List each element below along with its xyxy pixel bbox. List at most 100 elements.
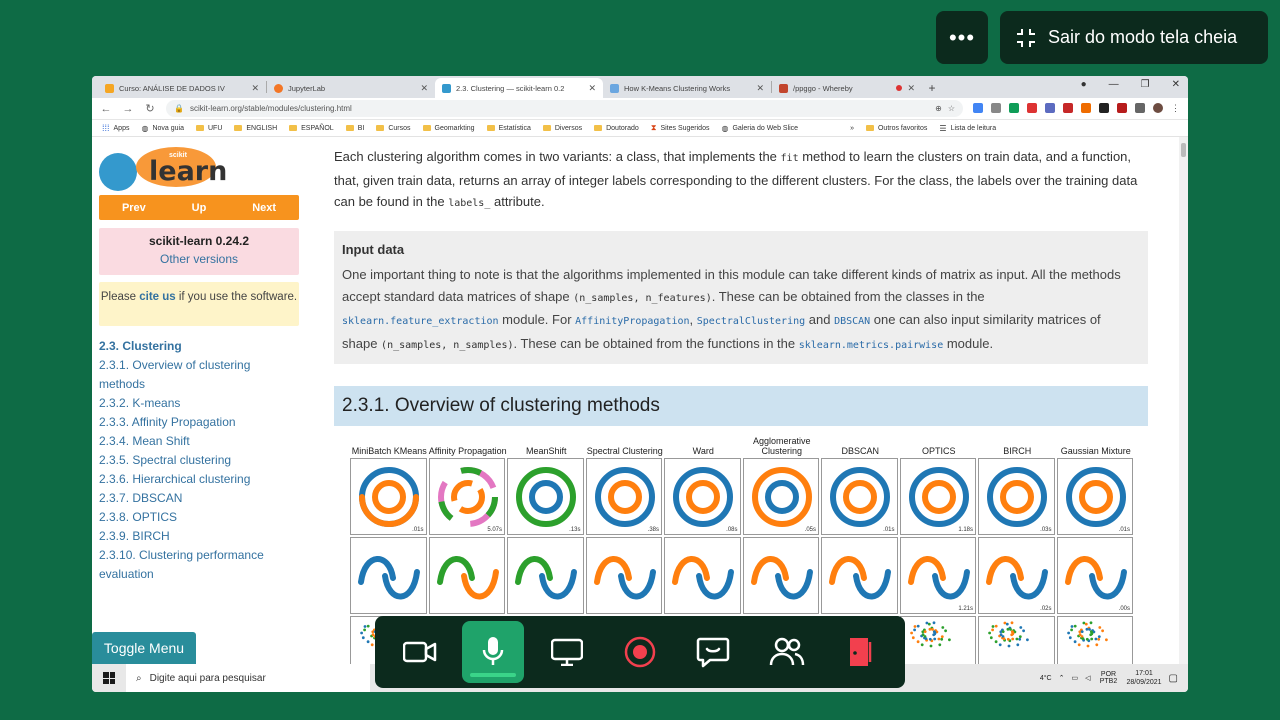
- api-link[interactable]: SpectralClustering: [697, 316, 805, 327]
- forward-icon[interactable]: →: [122, 103, 134, 115]
- reading-list-icon: ☰: [939, 123, 947, 133]
- network-icon[interactable]: ▭: [1071, 674, 1078, 682]
- start-button[interactable]: [92, 664, 126, 692]
- bookmark[interactable]: Geomarkting: [422, 125, 475, 132]
- bookmark[interactable]: ◍ Nova guia: [141, 124, 184, 133]
- minimize-icon[interactable]: —: [1109, 79, 1119, 90]
- zoom-icon[interactable]: ⊕: [935, 104, 942, 113]
- cite-us-link[interactable]: cite us: [139, 291, 175, 303]
- bookmark[interactable]: UFU: [196, 125, 222, 132]
- star-icon[interactable]: ☆: [948, 104, 955, 113]
- other-versions-link[interactable]: Other versions: [99, 252, 299, 266]
- extension-icon[interactable]: [1117, 103, 1127, 113]
- toc-item[interactable]: 2.3. Clustering: [99, 337, 299, 356]
- close-tab-icon[interactable]: ✕: [420, 83, 428, 94]
- extension-icon[interactable]: [1081, 103, 1091, 113]
- volume-icon[interactable]: ◁: [1085, 674, 1090, 682]
- chevron-icon[interactable]: »: [850, 125, 854, 132]
- tab-course[interactable]: Curso: ANÁLISE DE DADOS IV ✕: [98, 78, 266, 98]
- close-tab-icon[interactable]: ✕: [588, 83, 596, 94]
- toc-item[interactable]: 2.3.6. Hierarchical clustering: [99, 470, 299, 489]
- page-scrollbar[interactable]: [1179, 137, 1188, 664]
- tab-clustering[interactable]: 2.3. Clustering — scikit-learn 0.2 ✕: [435, 78, 603, 98]
- extension-icon[interactable]: [991, 103, 1001, 113]
- record-button[interactable]: [609, 621, 671, 683]
- new-tab-button[interactable]: +: [922, 78, 942, 98]
- method-header: Affinity Propagation: [428, 446, 507, 456]
- cluster-plot-blobs: [899, 616, 976, 664]
- url-field[interactable]: 🔒 scikit-learn.org/stable/modules/cluste…: [166, 100, 963, 117]
- bookmark[interactable]: BI: [345, 125, 364, 132]
- tab-whereby[interactable]: /ppggo - Whereby ✕: [772, 78, 922, 98]
- chat-button[interactable]: [682, 621, 744, 683]
- toc-item[interactable]: 2.3.2. K-means: [99, 394, 299, 413]
- bookmark[interactable]: ⧗ Sites Sugeridos: [651, 123, 710, 133]
- maximize-icon[interactable]: ❐: [1141, 79, 1150, 90]
- bookmark[interactable]: ◍ Galeria do Web Slice: [721, 124, 798, 133]
- next-button[interactable]: Next: [252, 202, 276, 214]
- bookmark[interactable]: ESPAÑOL: [289, 125, 334, 132]
- pdf-icon[interactable]: [1063, 103, 1073, 113]
- url-text: scikit-learn.org/stable/modules/clusteri…: [189, 104, 352, 113]
- chevron-up-icon[interactable]: ⌃: [1059, 674, 1065, 682]
- drive-icon[interactable]: [1009, 103, 1019, 113]
- screen-share-button[interactable]: [536, 621, 598, 683]
- cluster-plot-circles: .38s: [585, 458, 662, 535]
- bookmark[interactable]: ENGLISH: [234, 125, 277, 132]
- tab-kmeans[interactable]: How K-Means Clustering Works ✕: [603, 78, 771, 98]
- notifications-icon[interactable]: ▢: [1169, 673, 1178, 684]
- clock[interactable]: 17:01 28/09/2021: [1127, 669, 1162, 687]
- bookmark[interactable]: Outros favoritos: [865, 125, 927, 132]
- extension-icon[interactable]: [973, 103, 983, 113]
- tab-jupyter[interactable]: JupyterLab ✕: [267, 78, 435, 98]
- search-icon: ⌕: [136, 672, 142, 684]
- toc-item[interactable]: 2.3.10. Clustering performance evaluatio…: [99, 546, 299, 584]
- language-indicator[interactable]: POR PTB2: [1098, 671, 1120, 685]
- toc-item[interactable]: 2.3.8. OPTICS: [99, 508, 299, 527]
- leave-button[interactable]: [829, 621, 891, 683]
- close-tab-icon[interactable]: ✕: [251, 83, 259, 94]
- bookmark[interactable]: Cursos: [376, 125, 411, 132]
- reload-icon[interactable]: ↻: [144, 102, 156, 115]
- runtime-label: 1.18s: [958, 527, 973, 533]
- bookmark[interactable]: ☰ Lista de leitura: [939, 124, 996, 133]
- toc-item[interactable]: 2.3.4. Mean Shift: [99, 432, 299, 451]
- bookmark[interactable]: Estatística: [486, 125, 531, 132]
- cluster-plot-circles: .03s: [978, 458, 1055, 535]
- extension-icon[interactable]: [1045, 103, 1055, 113]
- close-tab-icon[interactable]: ✕: [907, 83, 915, 94]
- back-icon[interactable]: ←: [100, 103, 112, 115]
- camera-button[interactable]: [389, 621, 451, 683]
- toggle-menu-button[interactable]: Toggle Menu: [92, 632, 196, 664]
- toc-item[interactable]: 2.3.7. DBSCAN: [99, 489, 299, 508]
- wikipedia-icon[interactable]: [1099, 103, 1109, 113]
- api-link[interactable]: AffinityPropagation: [575, 316, 689, 327]
- scikit-learn-logo[interactable]: scikit learn: [99, 147, 227, 191]
- bookmark[interactable]: Doutorado: [594, 125, 639, 132]
- api-link[interactable]: DBSCAN: [834, 316, 870, 327]
- menu-dots-icon[interactable]: ⋮: [1171, 103, 1180, 114]
- tab-favicon: [779, 83, 788, 93]
- more-options-button[interactable]: •••: [936, 11, 988, 64]
- exit-fullscreen-button[interactable]: Sair do modo tela cheia: [1000, 11, 1268, 64]
- avatar[interactable]: [1153, 103, 1163, 113]
- close-tab-icon[interactable]: ✕: [756, 83, 764, 94]
- bookmark[interactable]: Diversos: [542, 125, 582, 132]
- people-button[interactable]: [756, 621, 818, 683]
- toc-item[interactable]: 2.3.9. BIRCH: [99, 527, 299, 546]
- api-link[interactable]: sklearn.feature_extraction: [342, 316, 499, 327]
- toc-item[interactable]: 2.3.1. Overview of clustering methods: [99, 356, 299, 394]
- web-page: scikit learn Prev Up Next scikit-learn 0…: [92, 137, 1188, 664]
- close-window-icon[interactable]: ✕: [1172, 79, 1180, 90]
- taskbar-search[interactable]: ⌕ Digite aqui para pesquisar: [126, 664, 370, 692]
- api-link[interactable]: sklearn.metrics.pairwise: [799, 340, 944, 351]
- prev-button[interactable]: Prev: [122, 202, 146, 214]
- bookmark-apps[interactable]: ⁞⁞⁞ Apps: [102, 123, 129, 133]
- up-button[interactable]: Up: [192, 202, 207, 214]
- extension-icon[interactable]: [1027, 103, 1037, 113]
- profile-icon[interactable]: ●: [1081, 79, 1087, 90]
- toc-item[interactable]: 2.3.3. Affinity Propagation: [99, 413, 299, 432]
- toc-item[interactable]: 2.3.5. Spectral clustering: [99, 451, 299, 470]
- microphone-button[interactable]: [462, 621, 525, 683]
- puzzle-icon[interactable]: [1135, 103, 1145, 113]
